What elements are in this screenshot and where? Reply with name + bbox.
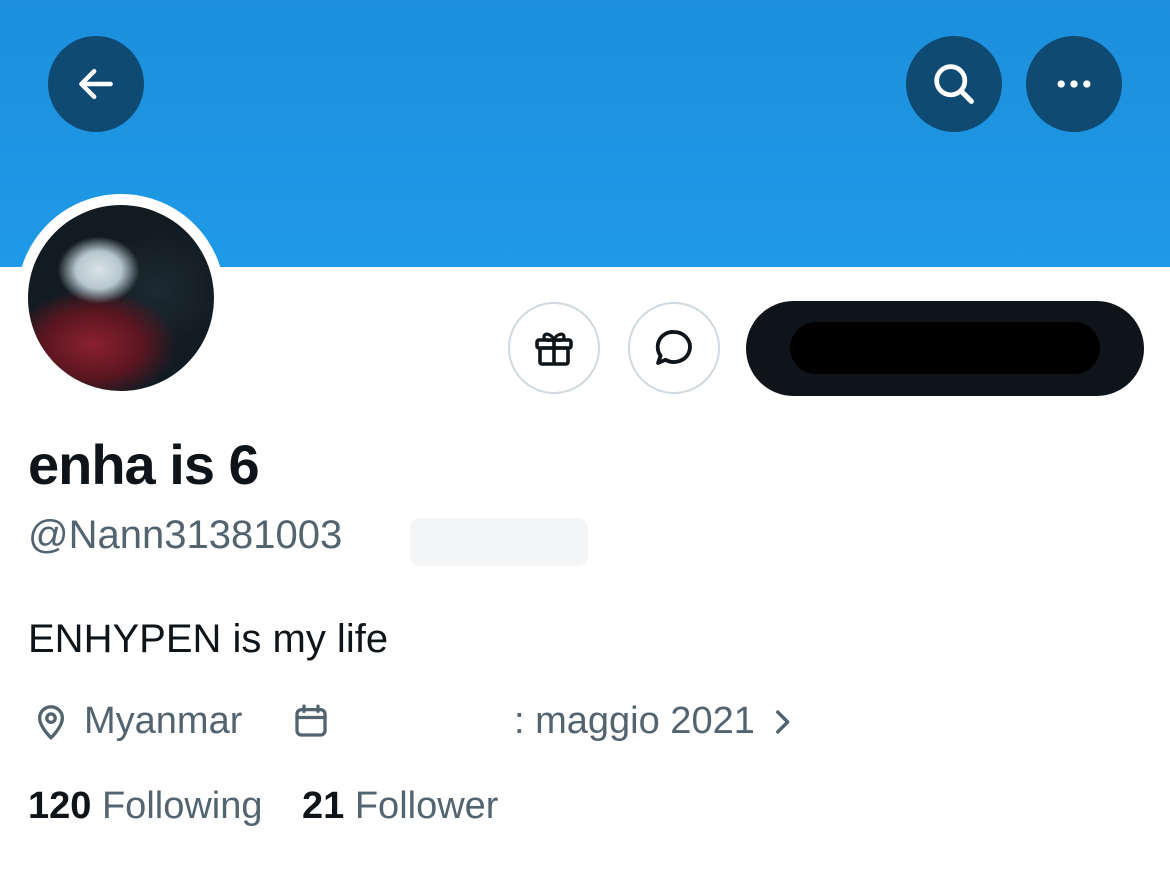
followers-stat[interactable]: 21 Follower <box>302 785 498 828</box>
location-pin-icon <box>37 704 65 740</box>
following-count: 120 <box>28 785 92 827</box>
gift-button[interactable] <box>508 302 600 394</box>
following-stat[interactable]: 120 Following <box>28 785 263 828</box>
redacted-badge <box>410 518 588 566</box>
calendar-icon <box>295 704 327 737</box>
back-button[interactable] <box>48 36 144 132</box>
location-text: Myanmar <box>84 700 243 742</box>
calendar-info <box>290 700 332 742</box>
avatar[interactable] <box>28 205 214 391</box>
message-bubble-icon <box>655 330 692 365</box>
followers-count: 21 <box>302 785 345 827</box>
search-button[interactable] <box>906 36 1002 132</box>
username-handle: @Nann31381003 <box>28 513 343 557</box>
following-label: Following <box>101 785 263 827</box>
bio-text: ENHYPEN is my life <box>28 617 389 661</box>
more-horizontal-icon <box>1057 80 1091 88</box>
search-icon <box>934 64 974 104</box>
gift-icon <box>535 332 573 366</box>
display-name: enha is 6 <box>28 433 260 496</box>
message-button[interactable] <box>628 302 720 394</box>
more-options-button[interactable] <box>1026 36 1122 132</box>
followers-label: Follower <box>354 785 499 827</box>
chevron-right-icon <box>775 709 790 734</box>
joined-text: : maggio 2021 <box>514 700 755 742</box>
location-info: Myanmar <box>30 700 242 743</box>
arrow-left-icon <box>79 68 113 100</box>
redaction-mark <box>790 322 1100 374</box>
joined-info[interactable]: : maggio 2021 <box>514 700 799 743</box>
